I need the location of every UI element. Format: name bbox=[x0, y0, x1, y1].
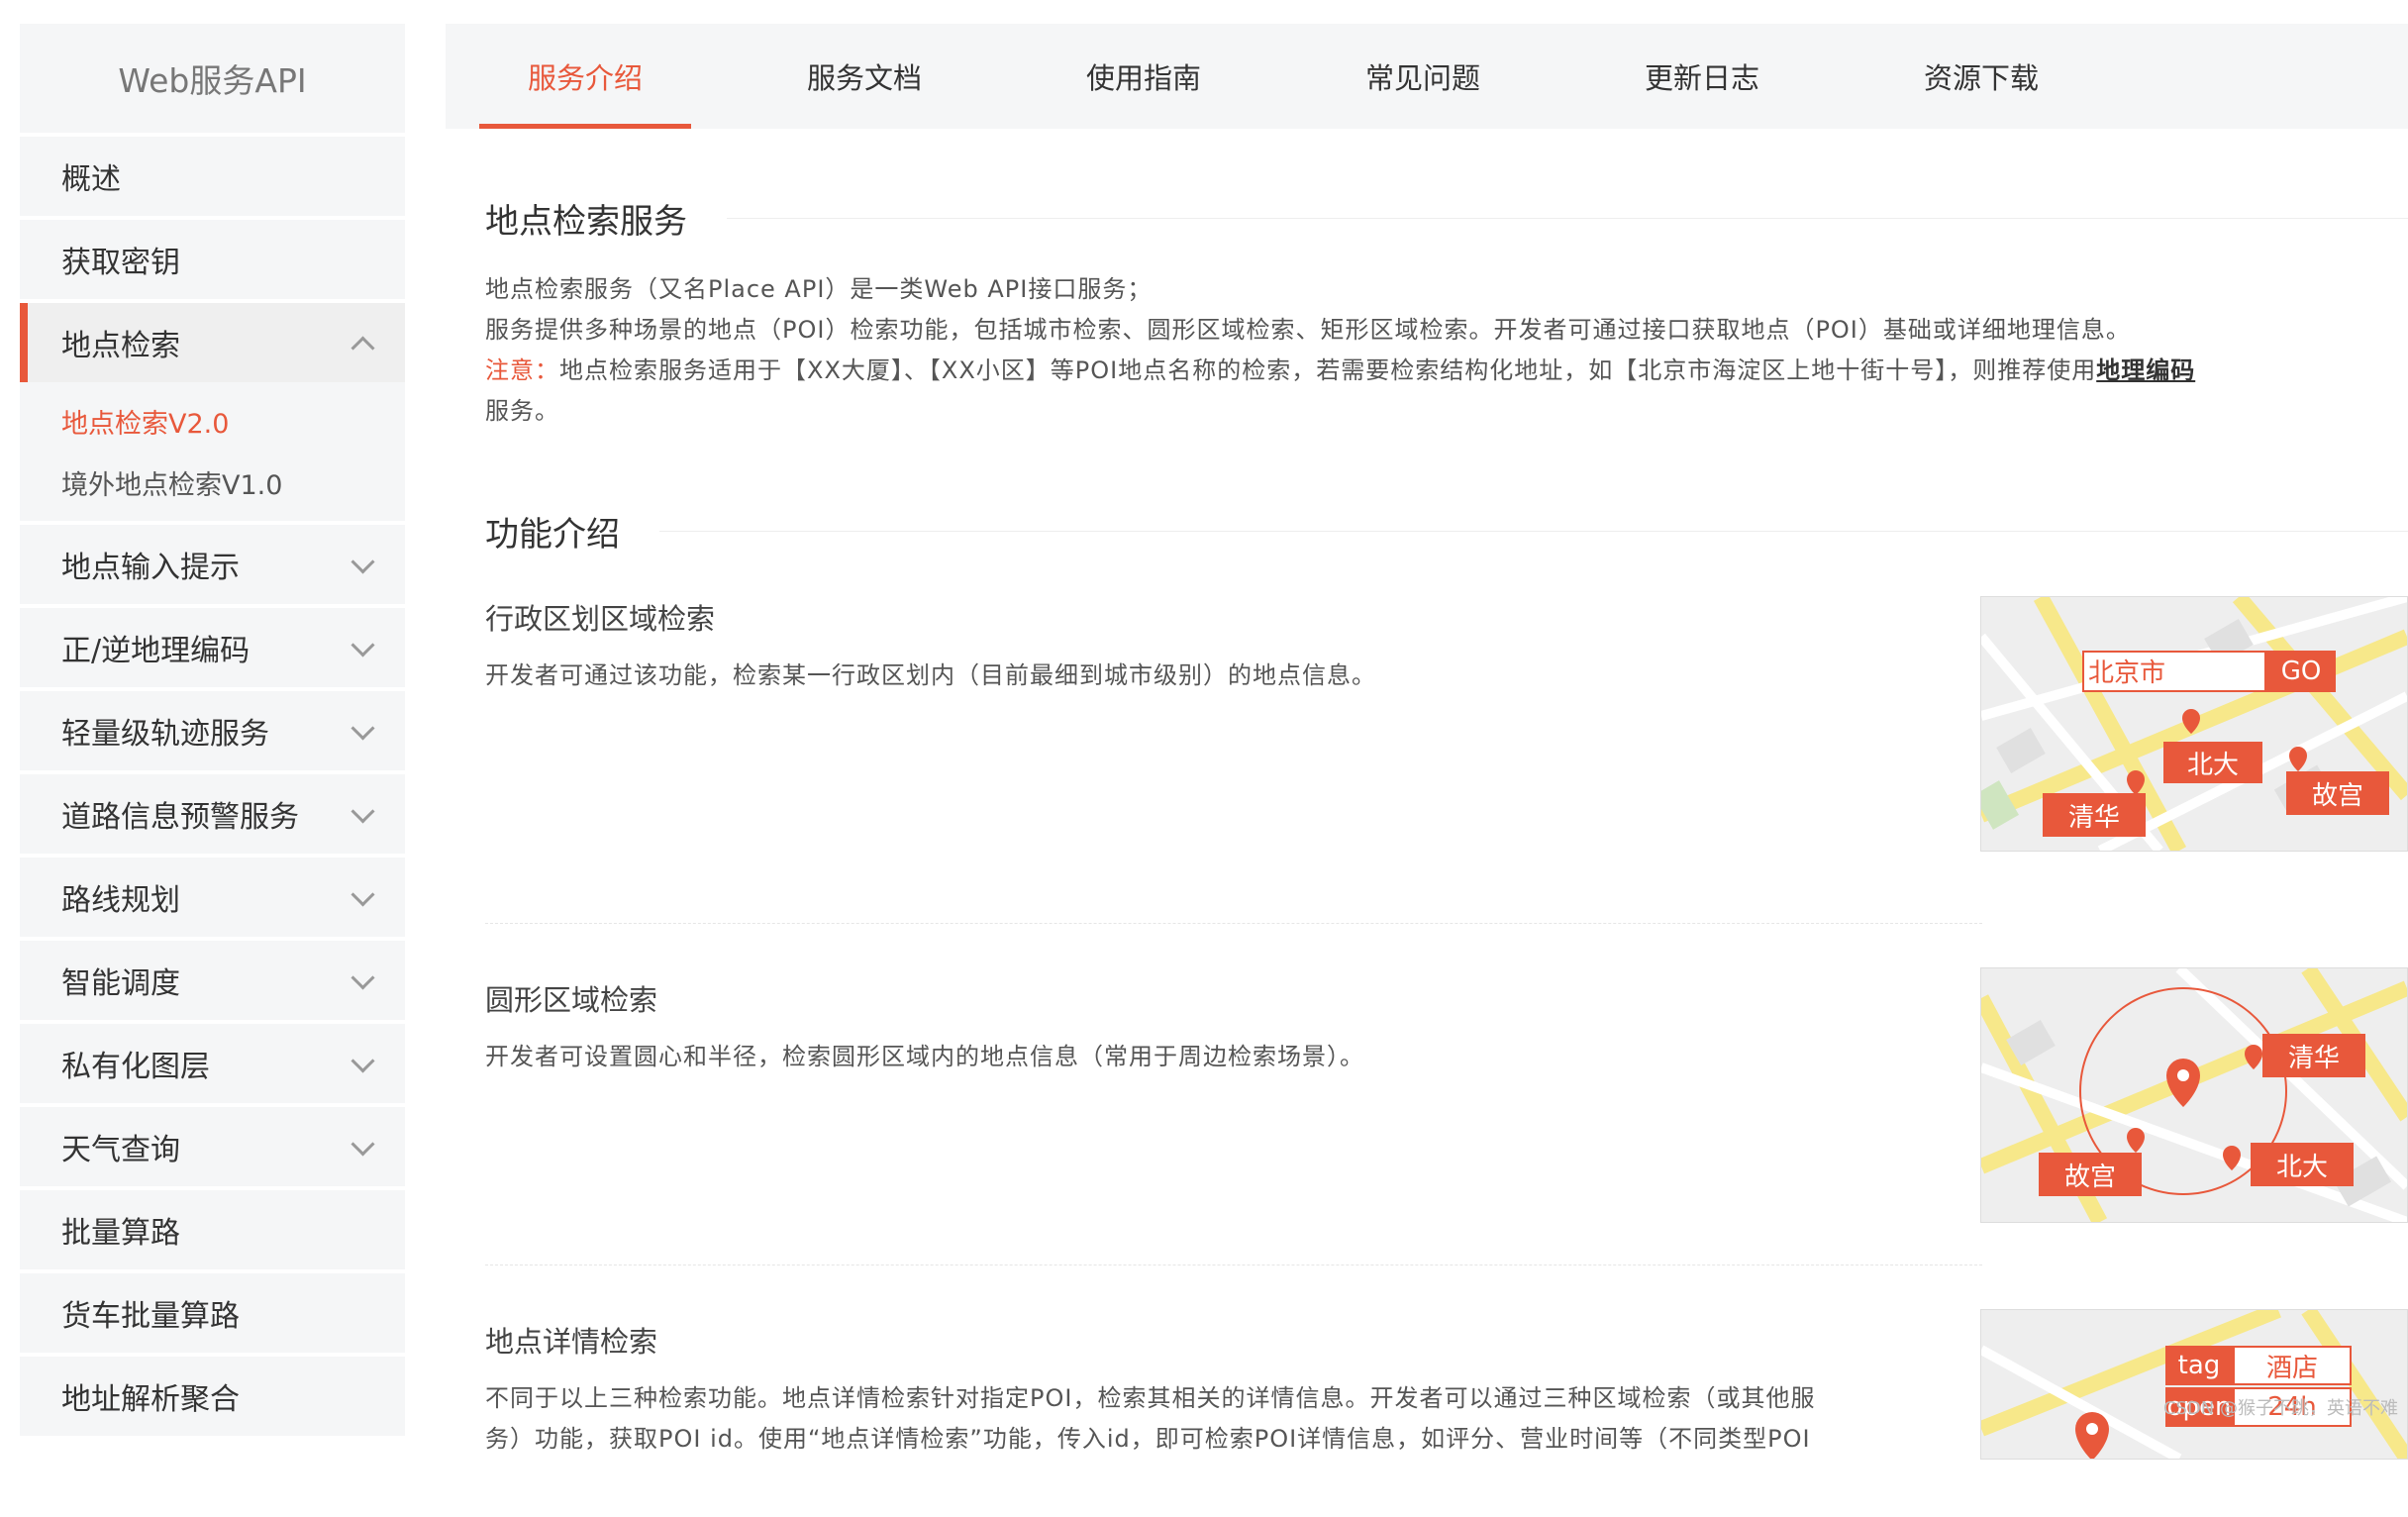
chevron-down-icon bbox=[351, 550, 375, 574]
sidebar-item-label: 正/逆地理编码 bbox=[61, 634, 251, 668]
sidebar-item-label: 天气查询 bbox=[61, 1133, 180, 1167]
note-text: 地点检索服务适用于【XX大厦】、【XX小区】等POI地点名称的检索，若需要检索结… bbox=[559, 356, 2097, 384]
sidebar-subitem-place-v2[interactable]: 地点检索V2.0 bbox=[20, 390, 405, 452]
map-label-gugong: 故宫 bbox=[2286, 771, 2389, 815]
map-illustration-admin: 北京市 GO 北大 故宫 清华 bbox=[1980, 596, 2408, 852]
main-content: 地点检索服务 地点检索服务（又名Place API）是一类Web API接口服务… bbox=[485, 129, 2408, 1517]
watermark: CSDN @猴子不跳，英语不难 bbox=[2162, 1398, 2398, 1419]
chevron-down-icon bbox=[351, 633, 375, 657]
map-illustration-detail: tag 酒店 open 24h bbox=[1980, 1309, 2408, 1460]
map-go-button: GO bbox=[2266, 651, 2336, 692]
sidebar-item-label: 路线规划 bbox=[61, 883, 180, 918]
sidebar-brand: Web服务API bbox=[20, 24, 405, 133]
title-divider bbox=[727, 217, 2408, 219]
sidebar-item-label: 货车批量算路 bbox=[61, 1299, 240, 1334]
feature-divider bbox=[485, 923, 1982, 924]
map-label-beida: 北大 bbox=[2251, 1143, 2354, 1186]
sidebar-item-label: 概述 bbox=[61, 162, 121, 197]
features-title: 功能介绍 bbox=[485, 514, 620, 555]
sidebar-subitem-overseas-v1[interactable]: 境外地点检索V1.0 bbox=[20, 452, 405, 513]
geocoding-link[interactable]: 地理编码 bbox=[2096, 356, 2195, 384]
tab-downloads[interactable]: 资源下载 bbox=[1842, 24, 2121, 129]
feature-circle-region: 圆形区域检索 开发者可设置圆心和半径，检索圆形区域内的地点信息（常用于周边检索场… bbox=[485, 967, 2408, 1264]
poi-tag-label: tag bbox=[2165, 1346, 2233, 1385]
sidebar-item-road-alert[interactable]: 道路信息预警服务 bbox=[20, 774, 405, 854]
sidebar-item-label: 批量算路 bbox=[61, 1216, 180, 1251]
chevron-up-icon bbox=[351, 336, 375, 360]
sidebar-item-truck-batch[interactable]: 货车批量算路 bbox=[20, 1273, 405, 1353]
sidebar-item-private-layer[interactable]: 私有化图层 bbox=[20, 1024, 405, 1103]
top-tab-bar: 服务介绍 服务文档 使用指南 常见问题 更新日志 资源下载 bbox=[446, 24, 2408, 129]
chevron-down-icon bbox=[351, 882, 375, 907]
map-illustration-circle: 清华 北大 故宫 bbox=[1980, 967, 2408, 1223]
map-label-gugong: 故宫 bbox=[2039, 1153, 2142, 1196]
sidebar-item-get-key[interactable]: 获取密钥 bbox=[20, 220, 405, 299]
note-label: 注意： bbox=[485, 356, 559, 384]
map-label-qinghua: 清华 bbox=[2043, 793, 2146, 837]
chevron-down-icon bbox=[351, 1049, 375, 1073]
sidebar-item-label: 私有化图层 bbox=[61, 1050, 210, 1084]
tab-service-intro[interactable]: 服务介绍 bbox=[446, 24, 725, 129]
map-search-box: 北京市 bbox=[2082, 651, 2266, 692]
map-label-qinghua: 清华 bbox=[2262, 1034, 2365, 1077]
title-divider bbox=[659, 530, 2408, 532]
sidebar: Web服务API 概述 获取密钥 地点检索 地点检索V2.0 境外地点检索V1.… bbox=[20, 24, 405, 1436]
page-title: 地点检索服务 bbox=[485, 201, 687, 242]
sidebar-item-label: 轻量级轨迹服务 bbox=[61, 717, 269, 752]
tab-faq[interactable]: 常见问题 bbox=[1283, 24, 1562, 129]
sidebar-item-label: 地址解析聚合 bbox=[61, 1382, 240, 1417]
sidebar-item-label: 地点检索 bbox=[61, 329, 180, 363]
sidebar-submenu: 地点检索V2.0 境外地点检索V1.0 bbox=[20, 382, 405, 521]
sidebar-item-input-suggest[interactable]: 地点输入提示 bbox=[20, 525, 405, 604]
sidebar-item-place-search[interactable]: 地点检索 bbox=[20, 303, 405, 382]
intro-note: 注意：地点检索服务适用于【XX大厦】、【XX小区】等POI地点名称的检索，若需要… bbox=[485, 351, 2408, 391]
sidebar-item-route[interactable]: 路线规划 bbox=[20, 858, 405, 937]
sidebar-item-label: 道路信息预警服务 bbox=[61, 800, 299, 835]
chevron-down-icon bbox=[351, 716, 375, 741]
sidebar-item-dispatch[interactable]: 智能调度 bbox=[20, 941, 405, 1020]
feature-admin-region: 行政区划区域检索 开发者可通过该功能，检索某一行政区划内（目前最细到城市级别）的… bbox=[485, 596, 2408, 923]
sidebar-item-trace[interactable]: 轻量级轨迹服务 bbox=[20, 691, 405, 770]
sidebar-item-geocoding[interactable]: 正/逆地理编码 bbox=[20, 608, 405, 687]
note-end: 服务。 bbox=[485, 397, 559, 425]
sidebar-item-overview[interactable]: 概述 bbox=[20, 137, 405, 216]
intro-text: 地点检索服务（又名Place API）是一类Web API接口服务； 服务提供多… bbox=[485, 269, 2408, 432]
sidebar-item-weather[interactable]: 天气查询 bbox=[20, 1107, 405, 1186]
tab-changelog[interactable]: 更新日志 bbox=[1562, 24, 1842, 129]
feature-poi-detail: 地点详情检索 不同于以上三种检索功能。地点详情检索针对指定POI，检索其相关的详… bbox=[485, 1309, 2408, 1517]
intro-line-2: 服务提供多种场景的地点（POI）检索功能，包括城市检索、圆形区域检索、矩形区域检… bbox=[485, 316, 2131, 344]
sidebar-item-label: 获取密钥 bbox=[61, 246, 180, 280]
tab-service-docs[interactable]: 服务文档 bbox=[725, 24, 1004, 129]
tab-guide[interactable]: 使用指南 bbox=[1004, 24, 1283, 129]
chevron-down-icon bbox=[351, 965, 375, 990]
sidebar-item-label: 地点输入提示 bbox=[61, 551, 240, 585]
map-label-beida: 北大 bbox=[2163, 742, 2262, 783]
sidebar-item-address-agg[interactable]: 地址解析聚合 bbox=[20, 1357, 405, 1436]
sidebar-item-batch-route[interactable]: 批量算路 bbox=[20, 1190, 405, 1269]
sidebar-item-label: 智能调度 bbox=[61, 966, 180, 1001]
intro-line-1: 地点检索服务（又名Place API）是一类Web API接口服务； bbox=[485, 275, 1153, 303]
section-title-place-search: 地点检索服务 bbox=[485, 188, 2408, 248]
chevron-down-icon bbox=[351, 799, 375, 824]
feature-divider bbox=[485, 1264, 1982, 1265]
poi-tag-value: 酒店 bbox=[2233, 1346, 2352, 1385]
section-title-features: 功能介绍 bbox=[485, 501, 2408, 560]
chevron-down-icon bbox=[351, 1132, 375, 1157]
